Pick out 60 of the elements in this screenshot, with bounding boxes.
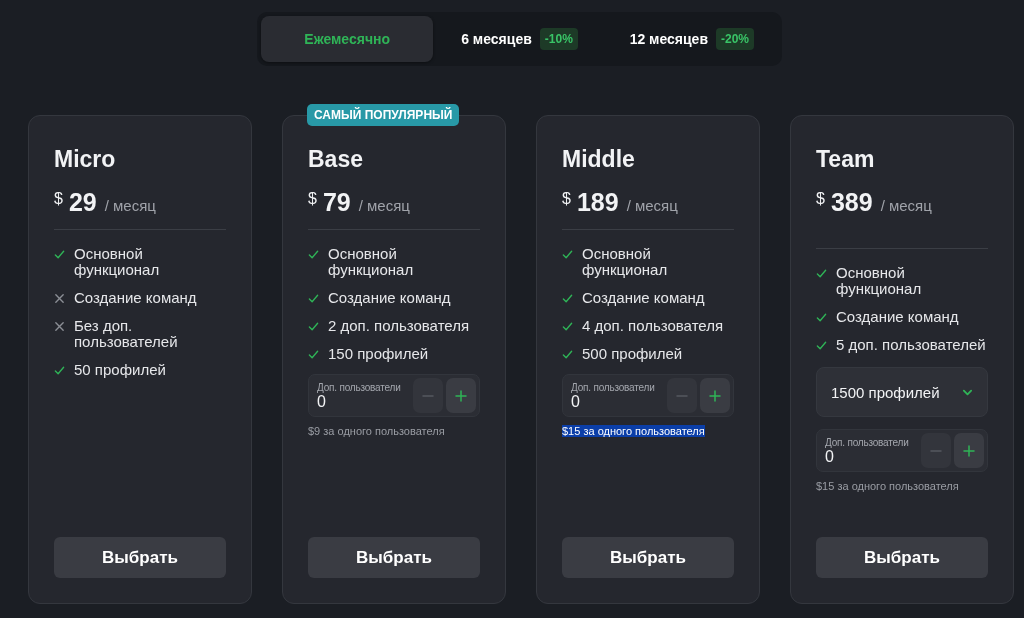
plan-name: Base	[308, 146, 364, 172]
plus-button[interactable]	[446, 378, 476, 413]
feature-text: 5 доп. пользователей	[836, 337, 986, 353]
users-stepper[interactable]: Доп. пользователи 0	[816, 429, 988, 472]
feature-text: Создание команд	[836, 309, 959, 325]
currency-sign: $	[562, 190, 571, 208]
feature-text: Создание команд	[74, 290, 197, 306]
popular-badge: САМЫЙ ПОПУЛЯРНЫЙ	[307, 104, 460, 126]
stepper-label: Доп. пользователи	[571, 381, 655, 393]
price-note: $15 за одного пользователя	[816, 480, 959, 492]
discount-badge: -10%	[539, 28, 578, 50]
stepper-value: 0	[317, 392, 326, 410]
stepper-value: 0	[571, 392, 580, 410]
price-amount: 389	[830, 188, 873, 217]
feature-text: Создание команд	[582, 290, 705, 306]
price-amount: 29	[68, 188, 97, 217]
currency-sign: $	[308, 190, 317, 208]
feature-text: 2 доп. пользователя	[328, 318, 470, 334]
feature-text: Создание команд	[328, 290, 451, 306]
stepper-value: 0	[825, 447, 834, 465]
plan-name: Team	[816, 146, 876, 172]
price-period: / месяц	[880, 197, 932, 214]
discount-badge: -20%	[716, 28, 754, 50]
feature-text: Основной функционал	[328, 246, 415, 278]
plus-icon	[963, 444, 975, 457]
period-tab[interactable]: 12 месяцев -20%	[605, 16, 778, 62]
price-period: / месяц	[104, 197, 156, 214]
choose-button[interactable]: Выбрать	[54, 537, 226, 578]
choose-button[interactable]: Выбрать	[816, 537, 988, 578]
currency-sign: $	[816, 190, 825, 208]
users-stepper[interactable]: Доп. пользователи 0	[308, 374, 480, 417]
price-period: / месяц	[626, 197, 678, 214]
plan-name: Micro	[54, 146, 117, 172]
choose-button[interactable]: Выбрать	[308, 537, 480, 578]
choose-button[interactable]: Выбрать	[562, 537, 734, 578]
period-tab[interactable]: 6 месяцев -10%	[433, 16, 606, 62]
stepper-label: Доп. пользователи	[825, 436, 909, 448]
price-note: $15 за одного пользователя	[562, 425, 705, 437]
plus-icon	[709, 389, 721, 402]
feature-text: 4 доп. пользователя	[582, 318, 724, 334]
price-amount: 79	[322, 188, 351, 217]
stepper-label: Доп. пользователи	[317, 381, 401, 393]
feature-text: 500 профилей	[582, 346, 683, 362]
plan-name: Middle	[562, 146, 636, 172]
feature-text: 50 профилей	[74, 362, 166, 378]
plus-button[interactable]	[954, 433, 984, 468]
plus-icon	[455, 389, 467, 402]
feature-text: Основной функционал	[836, 265, 923, 297]
feature-text: Основной функционал	[74, 246, 161, 278]
price-amount: 189	[576, 188, 619, 217]
plus-button[interactable]	[700, 378, 730, 413]
feature-text: Без доп. пользователей	[74, 318, 179, 350]
feature-text: Основной функционал	[582, 246, 669, 278]
profiles-dropdown[interactable]: 1500 профилей	[816, 367, 988, 417]
price-period: / месяц	[358, 197, 410, 214]
price-note: $9 за одного пользователя	[308, 425, 445, 437]
period-tab[interactable]: Ежемесячно	[261, 16, 434, 62]
users-stepper[interactable]: Доп. пользователи 0	[562, 374, 734, 417]
currency-sign: $	[54, 190, 63, 208]
feature-text: 150 профилей	[328, 346, 429, 362]
